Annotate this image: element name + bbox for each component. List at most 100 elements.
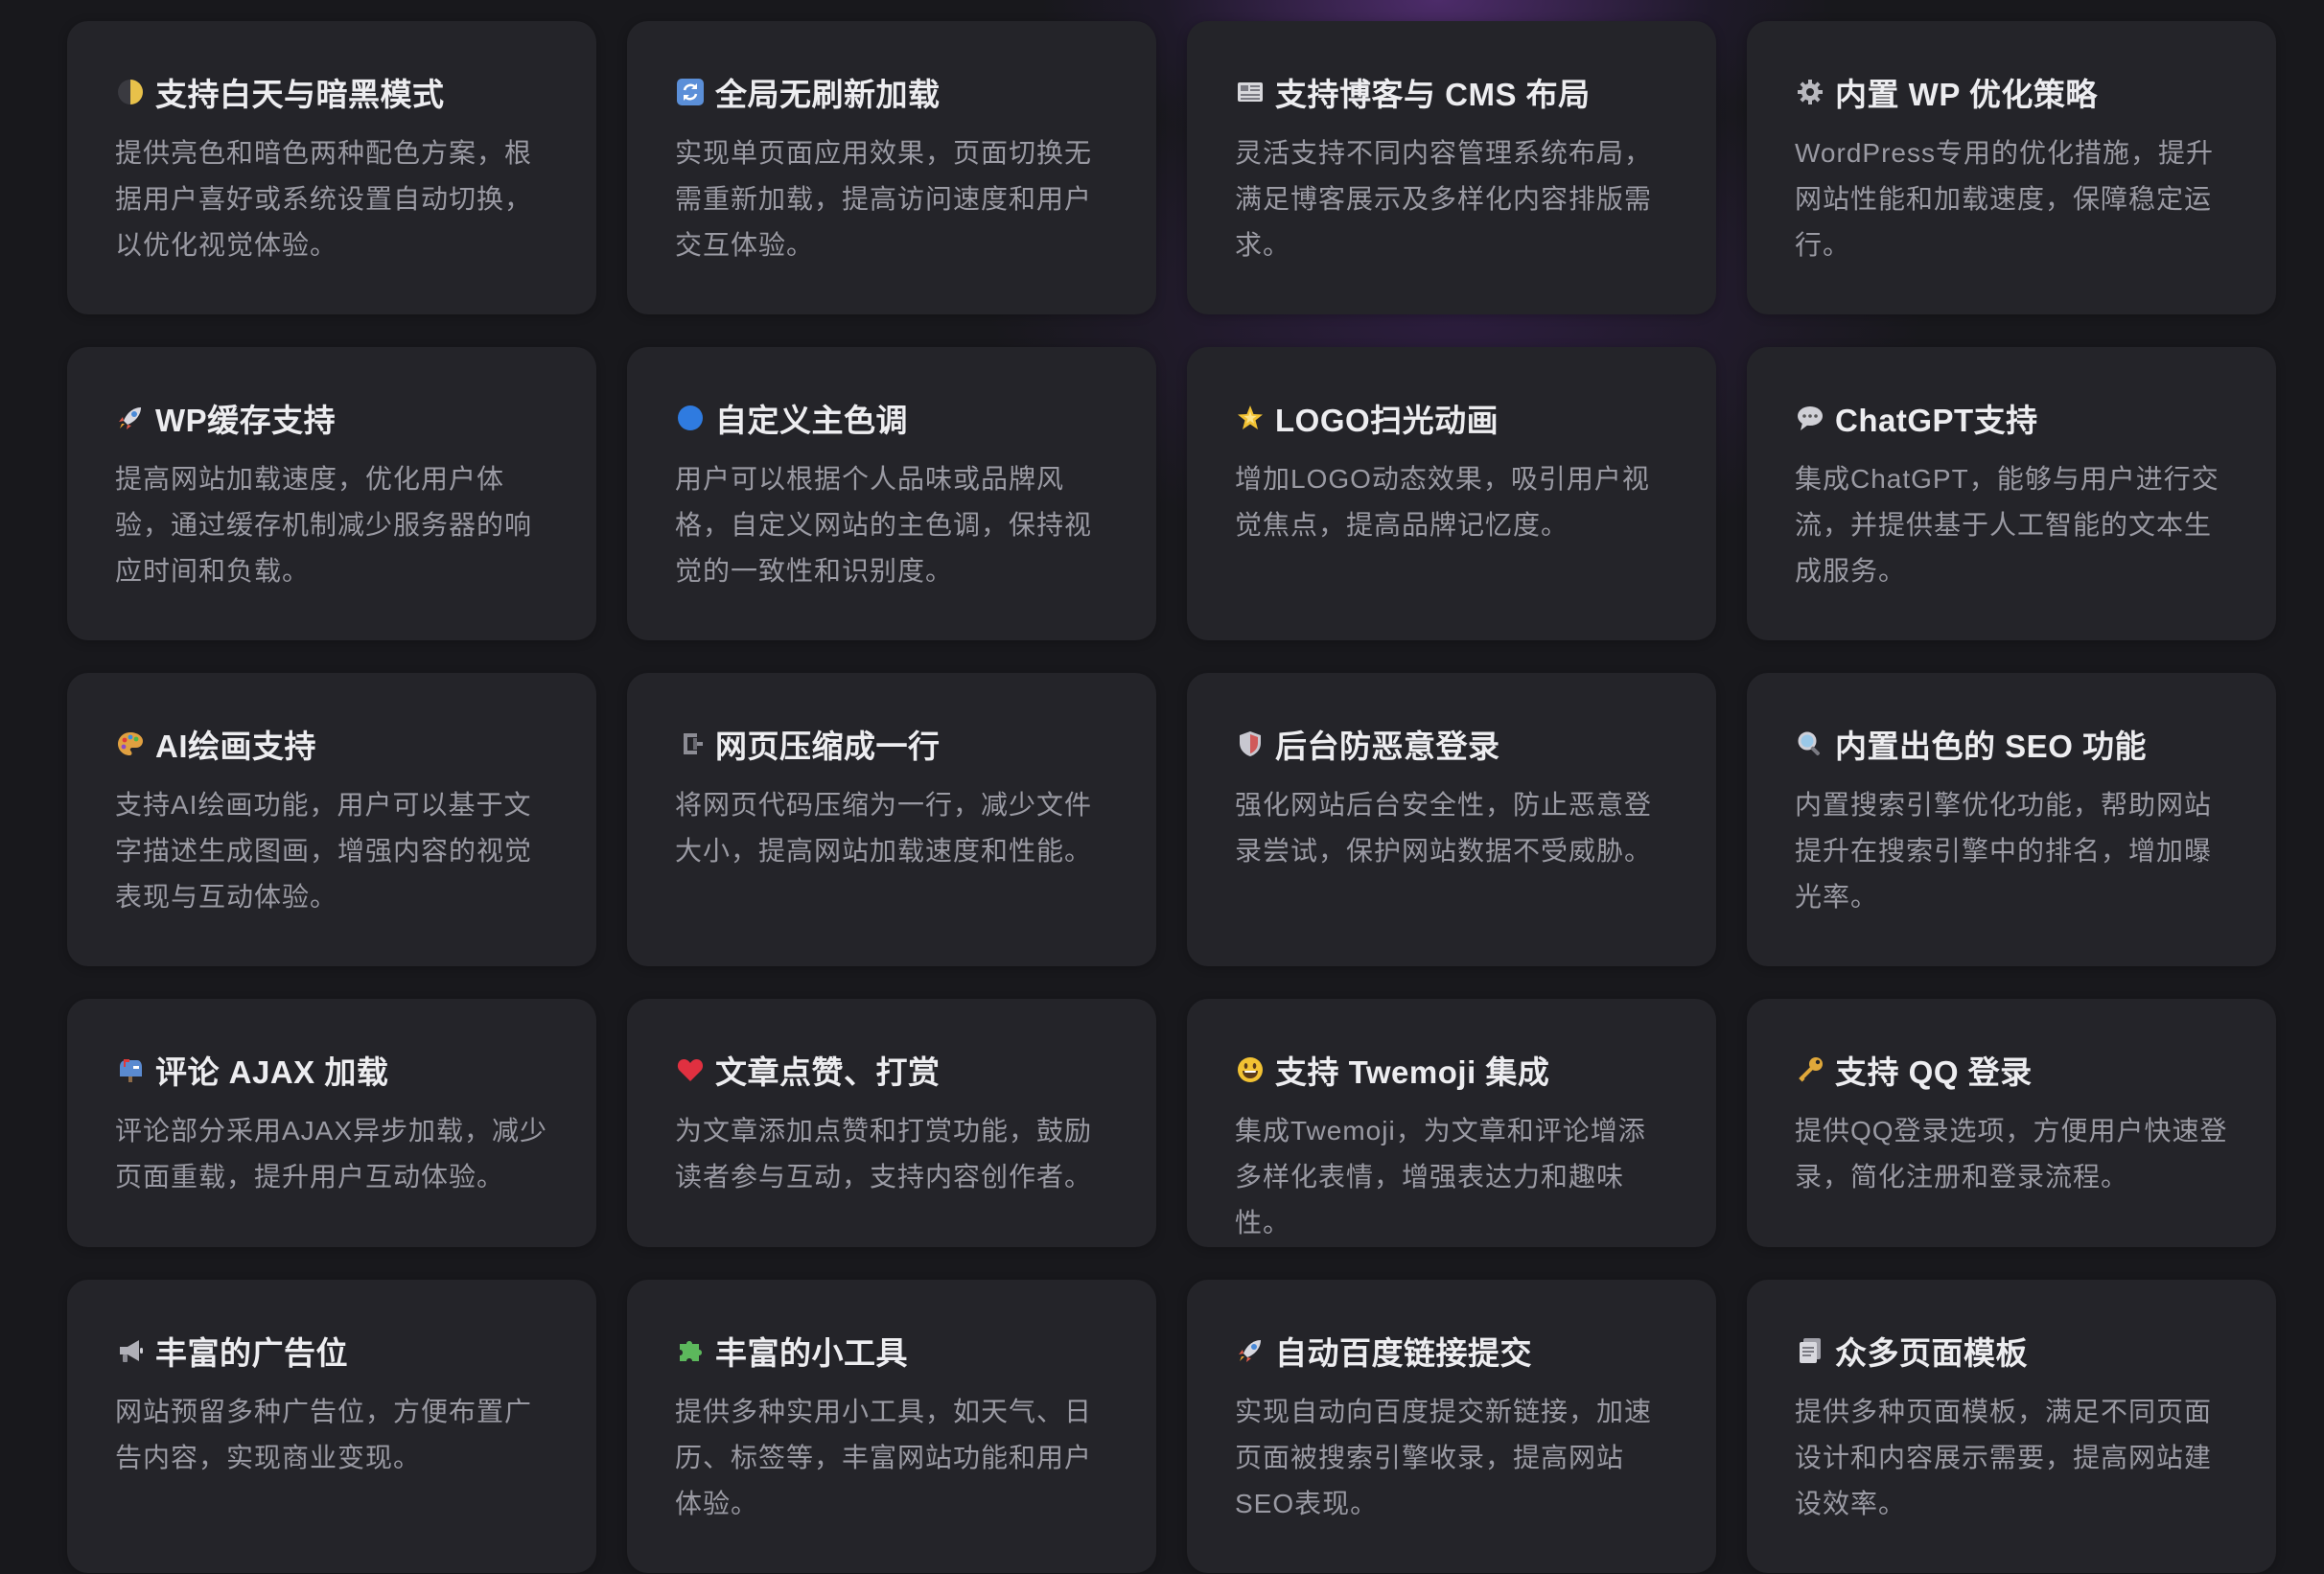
feature-card-wp-optimize: 内置 WP 优化策略 WordPress专用的优化措施，提升网站性能和加载速度，… [1747,21,2276,314]
card-title: AI绘画支持 [115,723,548,765]
card-title-text: 全局无刷新加载 [715,77,941,112]
mailbox-icon [115,1054,146,1085]
card-title: 文章点赞、打赏 [675,1049,1108,1091]
card-title-text: 丰富的广告位 [155,1335,348,1371]
card-title: 自动百度链接提交 [1235,1330,1668,1372]
card-description: 提供多种实用小工具，如天气、日历、标签等，丰富网站功能和用户体验。 [675,1397,1093,1518]
card-title-text: 自动百度链接提交 [1275,1335,1532,1371]
card-description: 提供QQ登录选项，方便用户快速登录，简化注册和登录流程。 [1795,1116,2228,1192]
smiley-icon [1235,1054,1266,1085]
card-title-text: 文章点赞、打赏 [715,1054,941,1090]
feature-card-logo-animation: LOGO扫光动画 增加LOGO动态效果，吸引用户视觉焦点，提高品牌记忆度。 [1187,347,1716,640]
card-title-text: 内置 WP 优化策略 [1835,77,2098,112]
palette-icon [115,729,146,759]
card-title: 内置出色的 SEO 功能 [1795,723,2228,765]
card-title: 丰富的小工具 [675,1330,1108,1372]
card-title-text: 支持 Twemoji 集成 [1275,1054,1550,1090]
feature-card-html-compress: 网页压缩成一行 将网页代码压缩为一行，减少文件大小，提高网站加载速度和性能。 [627,673,1156,966]
feature-card-baidu-submit: 自动百度链接提交 实现自动向百度提交新链接，加速页面被搜索引擎收录，提高网站SE… [1187,1280,1716,1573]
card-title: 支持博客与 CMS 布局 [1235,71,1668,113]
magnifier-icon [1795,729,1825,759]
card-title-text: 后台防恶意登录 [1275,729,1500,764]
card-title: 内置 WP 优化策略 [1795,71,2228,113]
card-title: 全局无刷新加载 [675,71,1108,113]
card-title-text: 支持 QQ 登录 [1835,1054,2033,1090]
card-title: 众多页面模板 [1795,1330,2228,1372]
card-description: 增加LOGO动态效果，吸引用户视觉焦点，提高品牌记忆度。 [1235,464,1650,540]
card-description: 评论部分采用AJAX异步加载，减少页面重载，提升用户互动体验。 [115,1116,548,1192]
card-title: 丰富的广告位 [115,1330,548,1372]
feature-grid: 支持白天与暗黑模式 提供亮色和暗色两种配色方案，根据用户喜好或系统设置自动切换，… [67,21,2277,1573]
feature-card-login-protect: 后台防恶意登录 强化网站后台安全性，防止恶意登录尝试，保护网站数据不受威胁。 [1187,673,1716,966]
feature-card-page-templates: 众多页面模板 提供多种页面模板，满足不同页面设计和内容展示需要，提高网站建设效率… [1747,1280,2276,1573]
card-description: 集成Twemoji，为文章和评论增添多样化表情，增强表达力和趣味性。 [1235,1116,1646,1238]
card-description: 为文章添加点赞和打赏功能，鼓励读者参与互动，支持内容创作者。 [675,1116,1093,1192]
card-title-text: LOGO扫光动画 [1275,403,1499,438]
feature-card-seo: 内置出色的 SEO 功能 内置搜索引擎优化功能，帮助网站提升在搜索引擎中的排名，… [1747,673,2276,966]
card-description: 实现自动向百度提交新链接，加速页面被搜索引擎收录，提高网站SEO表现。 [1235,1397,1653,1518]
newspaper-icon [1235,77,1266,107]
rocket-icon [115,403,146,433]
rocket-icon [1235,1335,1266,1366]
key-icon [1795,1054,1825,1085]
feature-card-blog-cms: 支持博客与 CMS 布局 灵活支持不同内容管理系统布局，满足博客展示及多样化内容… [1187,21,1716,314]
card-title: 网页压缩成一行 [675,723,1108,765]
page-icon [1795,1335,1825,1366]
card-title: 自定义主色调 [675,397,1108,439]
card-description: 提高网站加载速度，优化用户体验，通过缓存机制减少服务器的响应时间和负载。 [115,464,533,586]
card-title-text: WP缓存支持 [155,403,337,438]
half-moon-icon [115,77,146,107]
feature-card-no-refresh: 全局无刷新加载 实现单页面应用效果，页面切换无需重新加载，提高访问速度和用户交互… [627,21,1156,314]
card-title-text: AI绘画支持 [155,729,316,764]
card-description: 实现单页面应用效果，页面切换无需重新加载，提高访问速度和用户交互体验。 [675,138,1093,260]
card-title: LOGO扫光动画 [1235,397,1668,439]
clamp-icon [675,729,706,759]
card-description: 强化网站后台安全性，防止恶意登录尝试，保护网站数据不受威胁。 [1235,790,1653,866]
card-title: 后台防恶意登录 [1235,723,1668,765]
card-title-text: 网页压缩成一行 [715,729,941,764]
card-title-text: 丰富的小工具 [715,1335,908,1371]
card-title: 支持 Twemoji 集成 [1235,1049,1668,1091]
heart-icon [675,1054,706,1085]
shield-icon [1235,729,1266,759]
card-title-text: 支持博客与 CMS 布局 [1275,77,1591,112]
card-description: 提供亮色和暗色两种配色方案，根据用户喜好或系统设置自动切换，以优化视觉体验。 [115,138,533,260]
card-title-text: 自定义主色调 [715,403,908,438]
card-description: 提供多种页面模板，满足不同页面设计和内容展示需要，提高网站建设效率。 [1795,1397,2213,1518]
speech-bubble-icon [1795,403,1825,433]
card-description: 支持AI绘画功能，用户可以基于文字描述生成图画，增强内容的视觉表现与互动体验。 [115,790,533,912]
feature-card-ad-slots: 丰富的广告位 网站预留多种广告位，方便布置广告内容，实现商业变现。 [67,1280,596,1573]
card-title: ChatGPT支持 [1795,397,2228,439]
card-title-text: 内置出色的 SEO 功能 [1835,729,2148,764]
card-description: 将网页代码压缩为一行，减少文件大小，提高网站加载速度和性能。 [675,790,1093,866]
feature-card-widgets: 丰富的小工具 提供多种实用小工具，如天气、日历、标签等，丰富网站功能和用户体验。 [627,1280,1156,1573]
card-description: 内置搜索引擎优化功能，帮助网站提升在搜索引擎中的排名，增加曝光率。 [1795,790,2213,912]
card-title-text: 众多页面模板 [1835,1335,2028,1371]
feature-card-ai-drawing: AI绘画支持 支持AI绘画功能，用户可以基于文字描述生成图画，增强内容的视觉表现… [67,673,596,966]
feature-card-dark-mode: 支持白天与暗黑模式 提供亮色和暗色两种配色方案，根据用户喜好或系统设置自动切换，… [67,21,596,314]
feature-card-twemoji: 支持 Twemoji 集成 集成Twemoji，为文章和评论增添多样化表情，增强… [1187,999,1716,1247]
feature-card-qq-login: 支持 QQ 登录 提供QQ登录选项，方便用户快速登录，简化注册和登录流程。 [1747,999,2276,1247]
blue-circle-icon [675,403,706,433]
card-title-text: 评论 AJAX 加载 [155,1054,389,1090]
card-description: 用户可以根据个人品味或品牌风格，自定义网站的主色调，保持视觉的一致性和识别度。 [675,464,1093,586]
card-title: 支持 QQ 登录 [1795,1049,2228,1091]
card-description: 网站预留多种广告位，方便布置广告内容，实现商业变现。 [115,1397,533,1472]
feature-card-ajax-comments: 评论 AJAX 加载 评论部分采用AJAX异步加载，减少页面重载，提升用户互动体… [67,999,596,1247]
card-title-text: ChatGPT支持 [1835,403,2038,438]
card-description: WordPress专用的优化措施，提升网站性能和加载速度，保障稳定运行。 [1795,138,2214,260]
gear-icon [1795,77,1825,107]
card-title: 支持白天与暗黑模式 [115,71,548,113]
refresh-icon [675,77,706,107]
glowing-star-icon [1235,403,1266,433]
feature-card-chatgpt: ChatGPT支持 集成ChatGPT，能够与用户进行交流，并提供基于人工智能的… [1747,347,2276,640]
card-description: 灵活支持不同内容管理系统布局，满足博客展示及多样化内容排版需求。 [1235,138,1653,260]
feature-card-like-reward: 文章点赞、打赏 为文章添加点赞和打赏功能，鼓励读者参与互动，支持内容创作者。 [627,999,1156,1247]
feature-card-theme-color: 自定义主色调 用户可以根据个人品味或品牌风格，自定义网站的主色调，保持视觉的一致… [627,347,1156,640]
feature-card-wp-cache: WP缓存支持 提高网站加载速度，优化用户体验，通过缓存机制减少服务器的响应时间和… [67,347,596,640]
card-title-text: 支持白天与暗黑模式 [155,77,445,112]
card-description: 集成ChatGPT，能够与用户进行交流，并提供基于人工智能的文本生成服务。 [1795,464,2219,586]
card-title: WP缓存支持 [115,397,548,439]
megaphone-icon [115,1335,146,1366]
card-title: 评论 AJAX 加载 [115,1049,548,1091]
